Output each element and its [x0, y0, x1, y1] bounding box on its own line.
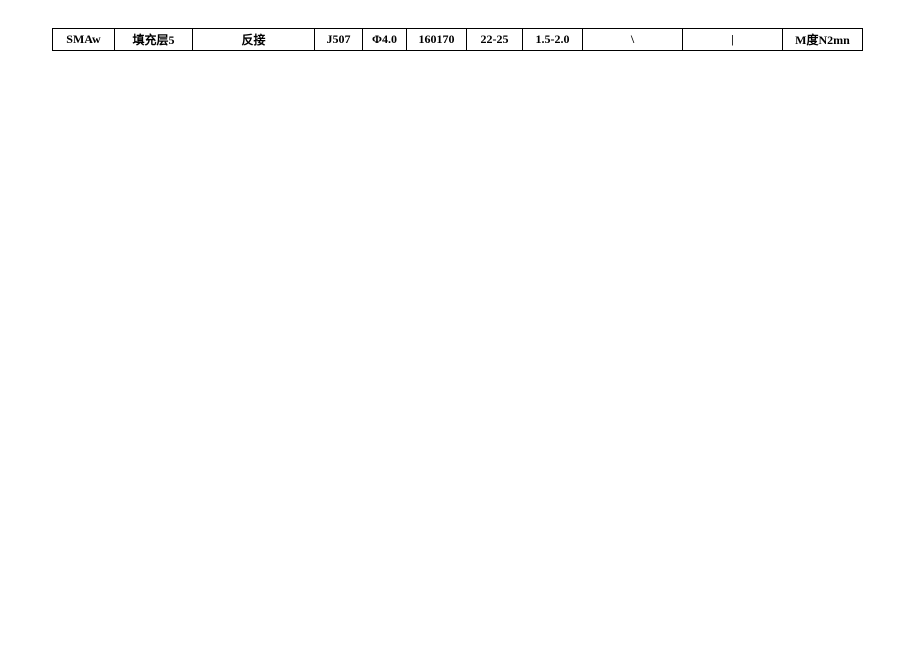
cell-polarity: 反接 [193, 29, 315, 51]
cell-current: 160170 [407, 29, 467, 51]
cell-material: J507 [315, 29, 363, 51]
cell-diameter: Φ4.0 [363, 29, 407, 51]
welding-parameters-table: SMAw 填充层5 反接 J507 Φ4.0 160170 22-25 1.5-… [52, 28, 863, 51]
cell-note: M度N2mn [783, 29, 863, 51]
table-row: SMAw 填充层5 反接 J507 Φ4.0 160170 22-25 1.5-… [53, 29, 863, 51]
cell-param-8: \ [583, 29, 683, 51]
cell-process: SMAw [53, 29, 115, 51]
cell-param-9: | [683, 29, 783, 51]
cell-voltage: 22-25 [467, 29, 523, 51]
cell-layer: 填充层5 [115, 29, 193, 51]
cell-speed: 1.5-2.0 [523, 29, 583, 51]
